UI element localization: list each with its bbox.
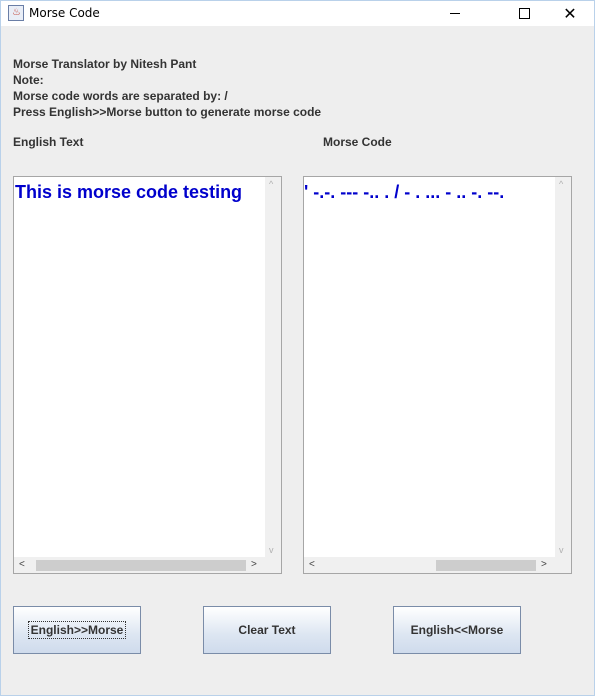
morse-horizontal-scrollbar[interactable]: < > (304, 557, 556, 573)
maximize-button[interactable] (501, 1, 547, 26)
morse-to-english-button[interactable]: English<<Morse (393, 606, 521, 654)
english-horizontal-scrollbar[interactable]: < > (14, 557, 266, 573)
english-to-morse-label: English>>Morse (27, 621, 127, 639)
clear-text-button[interactable]: Clear Text (203, 606, 331, 654)
content-panel: Morse Translator by Nitesh Pant Note: Mo… (1, 26, 594, 695)
clear-text-label: Clear Text (238, 623, 296, 637)
scroll-corner (265, 557, 281, 573)
horizontal-scroll-thumb[interactable] (436, 560, 536, 571)
scroll-left-icon[interactable]: < (19, 559, 25, 570)
english-to-morse-button[interactable]: English>>Morse (13, 606, 141, 654)
morse-vertical-scrollbar[interactable]: ^ v (555, 177, 571, 557)
horizontal-scroll-thumb[interactable] (36, 560, 246, 571)
minimize-button[interactable] (432, 1, 478, 26)
morse-to-english-label: English<<Morse (410, 623, 504, 637)
scroll-right-icon[interactable]: > (541, 559, 547, 570)
scroll-up-icon[interactable]: ^ (269, 179, 273, 189)
info-text: Morse Translator by Nitesh Pant Note: Mo… (13, 56, 321, 120)
english-text-pane: This is morse code testing ^ v < > (13, 176, 282, 574)
title-bar[interactable]: ♨ Morse Code ✕ (1, 1, 594, 26)
english-vertical-scrollbar[interactable]: ^ v (265, 177, 281, 557)
scroll-corner (555, 557, 571, 573)
info-line-separator: Morse code words are separated by: / (13, 89, 228, 103)
java-app-icon: ♨ (8, 5, 24, 21)
window-title: Morse Code (29, 6, 100, 20)
close-icon: ✕ (563, 3, 577, 23)
close-button[interactable]: ✕ (547, 1, 593, 26)
app-window: ♨ Morse Code ✕ Morse Translator by Nites… (0, 0, 595, 696)
english-text-area[interactable]: This is morse code testing (14, 177, 266, 557)
info-line-note: Note: (13, 73, 44, 87)
english-text-value: This is morse code testing (15, 182, 243, 202)
scroll-down-icon[interactable]: v (269, 545, 274, 555)
maximize-icon (518, 8, 530, 19)
scroll-up-icon[interactable]: ^ (559, 179, 563, 189)
scroll-right-icon[interactable]: > (251, 559, 257, 570)
morse-code-value: ' -.-. --- -.. . / - . ... - .. -. --. (304, 182, 505, 202)
minimize-icon (450, 13, 460, 14)
morse-code-pane: ' -.-. --- -.. . / - . ... - .. -. --. ^… (303, 176, 572, 574)
morse-code-area[interactable]: ' -.-. --- -.. . / - . ... - .. -. --. (304, 177, 556, 557)
info-line-title: Morse Translator by Nitesh Pant (13, 57, 197, 71)
info-line-instruction: Press English>>Morse button to generate … (13, 105, 322, 119)
morse-code-label: Morse Code (323, 135, 392, 149)
english-text-label: English Text (13, 135, 84, 149)
scroll-down-icon[interactable]: v (559, 545, 564, 555)
scroll-left-icon[interactable]: < (309, 559, 315, 570)
